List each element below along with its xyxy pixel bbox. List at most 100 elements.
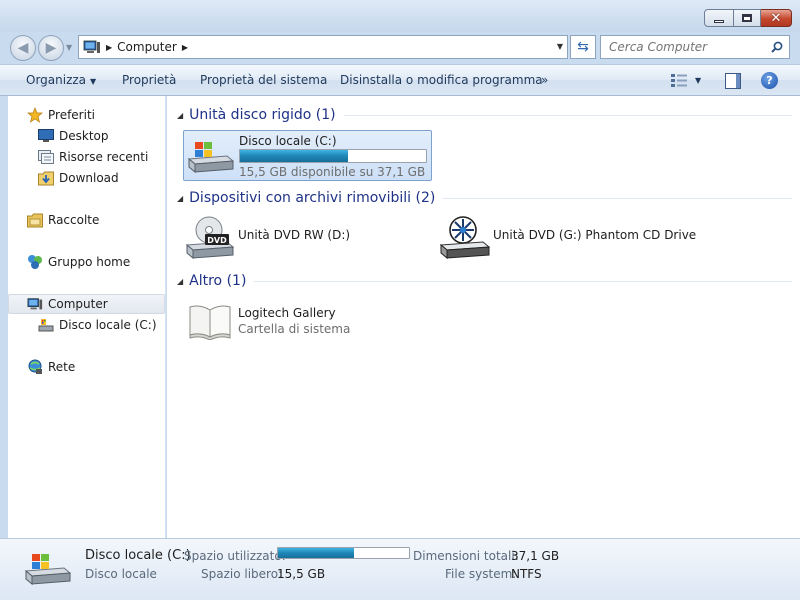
hard-disk-icon xyxy=(24,554,72,586)
dvd-drive-icon: DVD xyxy=(185,216,235,260)
group-title: Altro (1) xyxy=(189,273,247,289)
command-bar: Organizza ▼ Proprietà Proprietà del siste… xyxy=(0,64,800,96)
uninstall-program-button[interactable]: Disinstalla o modifica programma xyxy=(340,73,543,87)
address-bar[interactable]: ▶ Computer ▶ ▼ xyxy=(78,35,568,59)
breadcrumb-arrow-icon[interactable]: ▶ xyxy=(182,43,188,52)
sidebar-item-favorites[interactable]: Preferiti xyxy=(26,105,95,125)
sidebar-item-recent[interactable]: Risorse recenti xyxy=(37,147,148,167)
chevron-down-icon: ▼ xyxy=(90,77,97,86)
sidebar-item-libraries[interactable]: Raccolte xyxy=(26,210,99,230)
details-type: Disco locale xyxy=(85,567,157,581)
network-icon xyxy=(26,359,43,375)
free-space-label: Spazio libero: xyxy=(201,567,283,581)
caption-buttons: ✕ xyxy=(704,9,792,27)
close-icon: ✕ xyxy=(770,10,782,26)
system-properties-button[interactable]: Proprietà del sistema xyxy=(200,73,327,87)
sidebar-item-label: Disco locale (C:) xyxy=(59,318,157,332)
sidebar-item-label: Download xyxy=(59,171,119,185)
item-name: Logitech Gallery xyxy=(238,306,336,320)
collapse-triangle-icon[interactable]: ◢ xyxy=(177,277,183,286)
back-button[interactable]: ◀ xyxy=(10,35,36,61)
minimize-button[interactable] xyxy=(704,9,734,27)
sidebar-item-label: Raccolte xyxy=(48,213,100,227)
sidebar-item-label: Gruppo home xyxy=(48,255,131,269)
item-type: Cartella di sistema xyxy=(238,322,351,336)
drive-name: Unità DVD RW (D:) xyxy=(238,228,351,242)
details-usage-fill xyxy=(278,548,354,558)
collapse-triangle-icon[interactable]: ◢ xyxy=(177,194,183,203)
used-space-label: Spazio utilizzato: xyxy=(184,549,286,563)
free-space-value: 15,5 GB xyxy=(277,567,326,581)
search-icon[interactable] xyxy=(771,41,783,53)
details-name: Disco locale (C:) xyxy=(85,548,191,563)
sidebar-item-label: Rete xyxy=(48,360,76,374)
change-view-icon[interactable] xyxy=(671,74,687,88)
view-options-dropdown-icon[interactable]: ▼ xyxy=(695,76,701,85)
sidebar-item-label: Desktop xyxy=(59,129,109,143)
refresh-button[interactable]: ⇆ xyxy=(570,35,596,59)
help-icon[interactable]: ? xyxy=(761,72,778,89)
address-dropdown-icon[interactable]: ▼ xyxy=(557,42,563,51)
minimize-icon xyxy=(714,19,724,23)
divider xyxy=(343,114,792,116)
more-commands-button[interactable]: » xyxy=(541,73,548,87)
drive-tile-d[interactable]: DVD Unità DVD RW (D:) xyxy=(183,213,432,264)
properties-button[interactable]: Proprietà xyxy=(122,73,176,87)
sidebar-item-label: Risorse recenti xyxy=(59,150,149,164)
file-system-label: File system: xyxy=(445,567,517,581)
breadcrumb-computer[interactable]: Computer xyxy=(117,40,177,54)
homegroup-icon xyxy=(26,254,43,270)
total-size-label: Dimensioni totali: xyxy=(413,549,519,563)
refresh-icon: ⇆ xyxy=(577,39,589,55)
star-icon xyxy=(26,107,43,123)
group-header-other[interactable]: ◢ Altro (1) xyxy=(177,271,792,291)
computer-icon xyxy=(83,40,100,53)
preview-pane-icon[interactable] xyxy=(725,73,741,89)
group-header-removable[interactable]: ◢ Dispositivi con archivi rimovibili (2) xyxy=(177,188,792,208)
sidebar-item-network[interactable]: Rete xyxy=(26,357,75,377)
drive-tile-g[interactable]: Unità DVD (G:) Phantom CD Drive xyxy=(437,213,717,264)
sidebar-item-local-disk[interactable]: Disco locale (C:) xyxy=(37,315,157,335)
sidebar-item-computer[interactable]: Computer xyxy=(8,294,165,314)
search-input[interactable] xyxy=(601,36,761,58)
drive-free-space: 15,5 GB disponibile su 37,1 GB xyxy=(239,165,426,179)
navigation-pane: Preferiti Desktop Risorse recenti Downlo… xyxy=(8,96,166,538)
details-usage-bar xyxy=(277,547,410,559)
drive-name: Unità DVD (G:) Phantom CD Drive xyxy=(493,228,697,242)
back-arrow-icon: ◀ xyxy=(17,40,29,56)
search-box xyxy=(600,35,790,59)
content-area: ◢ Unità disco rigido (1) Disco locale (C… xyxy=(167,96,800,538)
divider xyxy=(443,197,792,199)
sidebar-item-desktop[interactable]: Desktop xyxy=(37,126,109,146)
system-folder-tile[interactable]: Logitech Gallery Cartella di sistema xyxy=(183,296,432,347)
drive-tile-c[interactable]: Disco locale (C:) 15,5 GB disponibile su… xyxy=(183,130,432,181)
forward-arrow-icon: ▶ xyxy=(45,40,57,56)
sidebar-item-homegroup[interactable]: Gruppo home xyxy=(26,252,130,272)
recent-pages-dropdown-icon[interactable]: ▼ xyxy=(66,43,72,52)
sidebar-item-download[interactable]: Download xyxy=(37,168,119,188)
dvd-badge: DVD xyxy=(207,236,227,245)
breadcrumb-arrow-icon[interactable]: ▶ xyxy=(106,43,112,52)
forward-button[interactable]: ▶ xyxy=(38,35,64,61)
group-title: Dispositivi con archivi rimovibili (2) xyxy=(189,190,436,206)
details-pane: Disco locale (C:) Disco locale Spazio ut… xyxy=(0,538,800,600)
sidebar-item-label: Computer xyxy=(48,297,108,311)
phantom-cd-drive-icon xyxy=(439,216,491,260)
collapse-triangle-icon[interactable]: ◢ xyxy=(177,111,183,120)
file-system-value: NTFS xyxy=(511,567,542,581)
desktop-icon xyxy=(37,128,54,144)
organize-menu[interactable]: Organizza ▼ xyxy=(26,73,96,87)
group-title: Unità disco rigido (1) xyxy=(189,107,336,123)
hard-disk-icon xyxy=(37,317,54,333)
close-button[interactable]: ✕ xyxy=(761,9,792,27)
maximize-button[interactable] xyxy=(734,9,761,27)
book-icon xyxy=(189,305,231,340)
drive-usage-bar xyxy=(239,149,427,163)
recent-places-icon xyxy=(37,149,54,165)
libraries-icon xyxy=(26,212,43,228)
group-header-hard-disks[interactable]: ◢ Unità disco rigido (1) xyxy=(177,105,792,125)
title-bar: ✕ xyxy=(0,0,800,32)
divider xyxy=(254,280,792,282)
download-folder-icon xyxy=(37,170,54,186)
total-size-value: 37,1 GB xyxy=(511,549,560,563)
